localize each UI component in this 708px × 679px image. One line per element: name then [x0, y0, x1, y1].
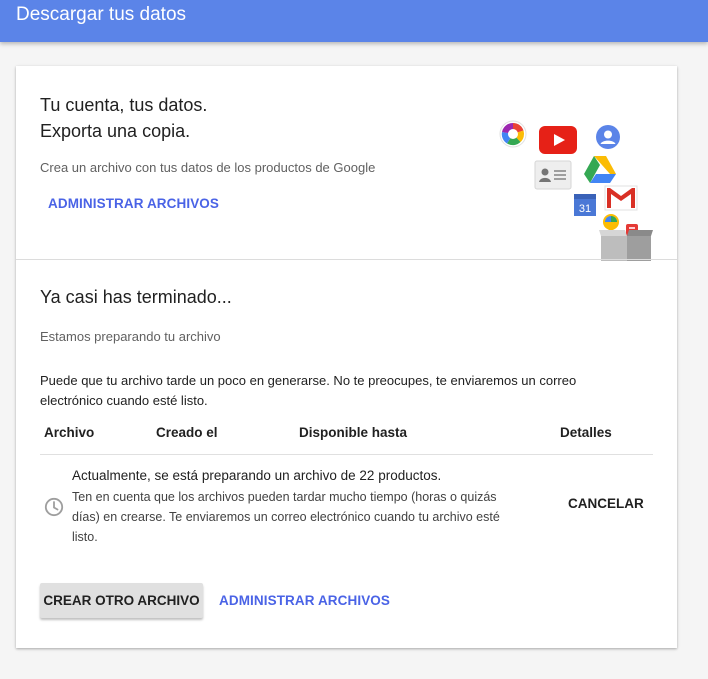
page-title: Descargar tus datos [16, 4, 187, 25]
column-header-creado: Creado el [156, 425, 218, 440]
contacts-icon [534, 160, 572, 190]
archive-box-icon [599, 224, 653, 261]
manage-archives-bottom-link[interactable]: ADMINISTRAR ARCHIVOS [219, 593, 390, 608]
column-header-disponible: Disponible hasta [299, 425, 408, 440]
table-header-divider [40, 454, 653, 455]
hero-title-line-1: Tu cuenta, tus datos. [40, 95, 208, 115]
hero-title: Tu cuenta, tus datos. Exporta una copia. [40, 92, 207, 144]
status-note: Puede que tu archivo tarde un poco en ge… [40, 373, 577, 408]
calendar-day: 31 [579, 203, 591, 215]
manage-archives-link[interactable]: ADMINISTRAR ARCHIVOS [48, 196, 219, 211]
clock-icon [44, 497, 64, 517]
create-another-archive-button[interactable]: CREAR OTRO ARCHIVO [40, 583, 203, 618]
hero-description: Crea un archivo con tus datos de los pro… [40, 160, 376, 175]
product-icons-cluster: 31 [494, 118, 654, 263]
row-status-text: Actualmente, se está preparando un archi… [72, 468, 442, 483]
calendar-icon: 31 [574, 194, 596, 216]
column-header-archivo: Archivo [44, 425, 95, 440]
status-title: Ya casi has terminado... [40, 287, 232, 307]
profile-icon [596, 125, 620, 149]
hero-title-line-2: Exporta una copia. [40, 121, 191, 141]
photos-icon [499, 120, 527, 148]
column-header-detalles: Detalles [560, 425, 612, 440]
cancel-button[interactable]: CANCELAR [568, 496, 644, 511]
gmail-icon [604, 185, 638, 211]
app-header: Descargar tus datos [0, 0, 708, 42]
row-detail-text: Ten en cuenta que los archivos pueden ta… [72, 490, 500, 544]
youtube-icon [539, 126, 577, 154]
takeout-card: Tu cuenta, tus datos. Exporta una copia.… [16, 66, 677, 648]
status-preparing-text: Estamos preparando tu archivo [40, 329, 221, 344]
drive-icon [584, 156, 616, 183]
section-divider [16, 259, 677, 260]
